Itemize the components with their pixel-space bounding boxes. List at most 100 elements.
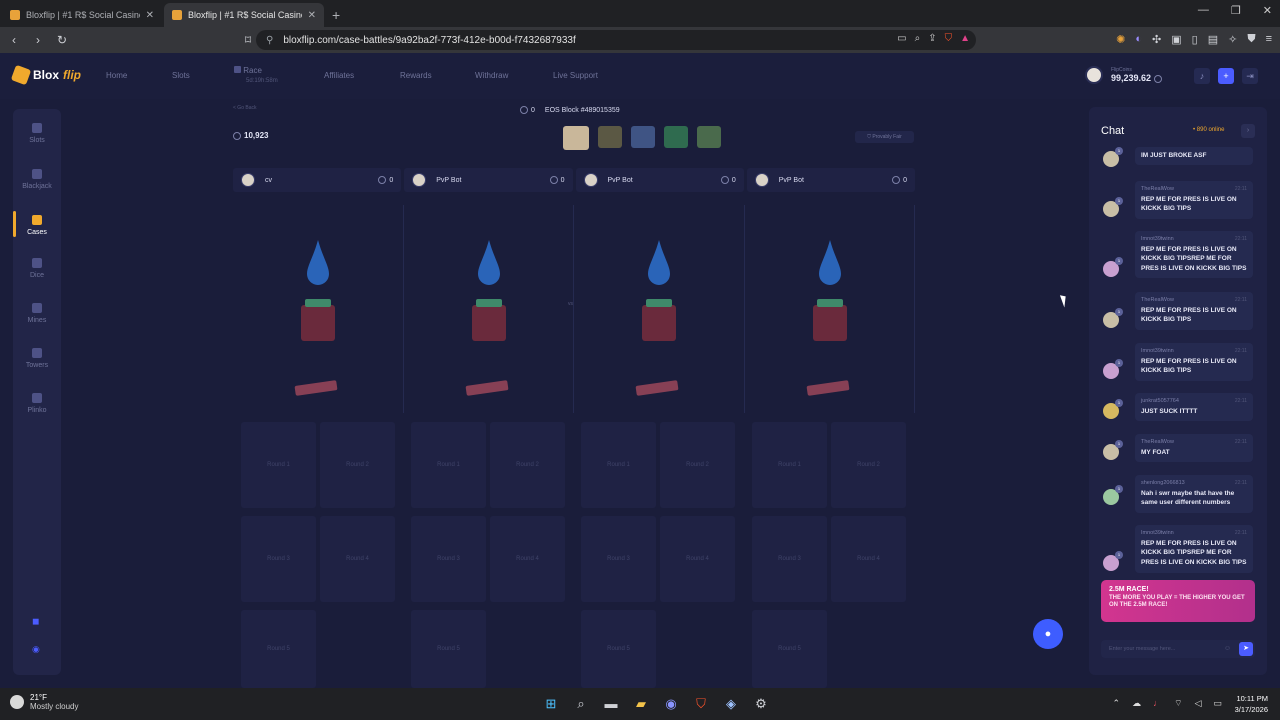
file-explorer-icon[interactable]: ▬ — [602, 695, 620, 713]
leo-icon[interactable]: ✧ — [1228, 33, 1237, 46]
sidebar-item-plinko[interactable]: Plinko — [13, 393, 61, 414]
case-thumbnail[interactable] — [598, 126, 622, 148]
brave-browser-icon[interactable]: ⛉ — [692, 695, 710, 713]
message-time: 22:11 — [1234, 297, 1247, 303]
deposit-plus-button[interactable]: + — [1218, 68, 1234, 84]
extension-icon[interactable]: ✺ — [1116, 33, 1125, 46]
vpn-icon[interactable]: ⛊ — [1247, 33, 1255, 46]
battery-icon[interactable]: ▭ — [1213, 698, 1222, 709]
player-card: cv 0 — [233, 168, 402, 192]
browser-tab-active[interactable]: Bloxflip | #1 R$ Social Casino & Arcade … — [164, 3, 324, 27]
brave-rewards-icon[interactable]: ▲ — [960, 33, 970, 44]
nav-rewards[interactable]: Rewards — [400, 71, 475, 80]
sidebar-item-mines[interactable]: Mines — [13, 303, 61, 324]
wifi-icon[interactable]: ⌔ — [1174, 698, 1182, 709]
player-value: 0 — [720, 176, 736, 184]
sidebar-item-blackjack[interactable]: Blackjack — [13, 169, 61, 190]
close-tab-icon[interactable]: ✕ — [146, 10, 154, 21]
nav-home[interactable]: Home — [106, 71, 172, 80]
chat-bubble-button[interactable]: ● — [1033, 619, 1063, 649]
volume-icon[interactable]: ◁ — [1195, 698, 1202, 709]
sidebar-item-slots[interactable]: Slots — [13, 123, 61, 144]
message-text: Nah i swr maybe that have the same user … — [1141, 490, 1235, 507]
case-thumbnail[interactable] — [664, 126, 688, 148]
address-bar[interactable]: ⚲ bloxflip.com/case-battles/9a92ba2f-773… — [256, 30, 976, 50]
zoom-icon[interactable]: ⌕ — [915, 33, 921, 44]
nav-race[interactable]: Race 5d:19h:58m — [234, 66, 278, 84]
nav-withdraw[interactable]: Withdraw — [475, 71, 553, 80]
nav-live-support[interactable]: Live Support — [553, 71, 598, 80]
maximize-icon[interactable]: ❐ — [1231, 4, 1241, 17]
nav-slots[interactable]: Slots — [172, 71, 226, 80]
screen-icon[interactable]: ▭ — [897, 33, 906, 44]
chevron-up-icon[interactable]: ⌃ — [1113, 698, 1121, 709]
player-value: 0 — [378, 176, 393, 184]
reload-icon[interactable]: ↻ — [52, 33, 72, 47]
microphone-icon[interactable]: ♩ — [1153, 698, 1162, 709]
message-bubble: TheRealWow 22:11 REP ME FOR PRES IS LIVE… — [1135, 292, 1253, 330]
message-username[interactable]: junkrat5057764 — [1141, 398, 1247, 404]
cloud-sync-icon[interactable]: ☁ — [1132, 698, 1141, 709]
collapse-chat-icon[interactable]: › — [1241, 124, 1255, 138]
provably-fair-button[interactable]: ⛉ Provably Fair — [855, 131, 914, 143]
site-info-icon[interactable]: ⚲ — [266, 35, 273, 46]
message-username[interactable]: Imnot39twinn — [1141, 348, 1247, 354]
bloxflip-logo[interactable]: Blox flip — [10, 64, 81, 86]
send-message-button[interactable]: ➤ — [1239, 642, 1253, 656]
settings-gear-icon[interactable]: ⚙ — [752, 695, 770, 713]
nav-affiliates[interactable]: Affiliates — [324, 71, 400, 80]
emoji-icon[interactable]: ☺ — [1224, 640, 1231, 658]
new-tab-icon[interactable]: + — [332, 7, 340, 23]
roblox-icon[interactable]: ◈ — [722, 695, 740, 713]
back-arrow-icon[interactable]: ‹ — [4, 33, 24, 47]
notifications-bell-icon[interactable]: ♪ — [1194, 68, 1210, 84]
round-cell: Round 1 — [411, 422, 486, 508]
game-sidebar: Slots Blackjack Cases Dice Mines Towers … — [13, 109, 61, 675]
sidebar-item-dice[interactable]: Dice — [13, 258, 61, 279]
twitter-icon[interactable]: ◼ — [32, 616, 42, 626]
race-promo-banner[interactable]: 2.5M RACE! THE MORE YOU PLAY = THE HIGHE… — [1101, 580, 1255, 622]
discord-app-icon[interactable]: ◉ — [662, 695, 680, 713]
taskbar-apps: ⊞ ⌕ ▬ ▰ ◉ ⛉ ◈ ⚙ — [542, 695, 770, 713]
search-icon[interactable]: ⌕ — [572, 695, 590, 713]
case-thumbnail[interactable] — [697, 126, 721, 148]
case-thumbnail[interactable] — [563, 126, 589, 150]
weather-widget[interactable]: 21°F Mostly cloudy — [10, 693, 78, 711]
case-thumbnail[interactable] — [631, 126, 655, 148]
wallet-icon[interactable]: ▤ — [1208, 33, 1218, 46]
logout-icon[interactable]: ⇥ — [1242, 68, 1258, 84]
message-username[interactable]: TheRealWow — [1141, 297, 1247, 303]
folder-icon[interactable]: ▰ — [632, 695, 650, 713]
extension-icon[interactable]: ◐ — [1135, 33, 1142, 46]
menu-icon[interactable]: ≡ — [1266, 33, 1272, 46]
media-icon[interactable]: ▣ — [1171, 33, 1181, 46]
windows-start-icon[interactable]: ⊞ — [542, 695, 560, 713]
discord-icon[interactable]: ◉ — [32, 644, 42, 654]
brave-shield-icon[interactable]: ⛉ — [945, 33, 953, 44]
round-cell: Round 4 — [490, 516, 565, 602]
message-username[interactable]: Imnot39twinn — [1141, 530, 1247, 536]
puzzle-icon[interactable]: ✣ — [1152, 33, 1161, 46]
rounds-grid: Round 1 Round 2 Round 1 Round 2 Round 1 … — [233, 418, 915, 688]
minimize-icon[interactable]: — — [1198, 4, 1209, 17]
share-icon[interactable]: ⇪ — [928, 33, 936, 44]
sidebar-item-cases[interactable]: Cases — [13, 211, 61, 237]
close-tab-icon[interactable]: ✕ — [308, 10, 316, 21]
go-back-link[interactable]: < Go Back — [233, 105, 256, 111]
sidebar-icon[interactable]: ▯ — [1192, 33, 1198, 46]
balance-widget[interactable]: FlipCoins 99,239.62 — [1085, 66, 1165, 84]
browser-tab[interactable]: Bloxflip | #1 R$ Social Casino & Arcade … — [2, 3, 162, 27]
message-username[interactable]: Imnot39twinn — [1141, 236, 1247, 242]
sidebar-item-towers[interactable]: Towers — [13, 348, 61, 369]
forward-arrow-icon[interactable]: › — [28, 33, 48, 47]
close-window-icon[interactable]: ✕ — [1263, 4, 1272, 17]
chat-message-input[interactable]: Enter your message here... ☺ ➤ — [1101, 640, 1255, 658]
message-username[interactable]: shenlong2066813 — [1141, 480, 1247, 486]
user-avatar[interactable] — [1085, 66, 1103, 84]
system-clock[interactable]: 10:11 PM 3/17/2026 — [1235, 693, 1268, 716]
level-badge: 1 — [1115, 399, 1123, 407]
message-username[interactable]: TheRealWow — [1141, 186, 1247, 192]
message-username[interactable]: TheRealWow — [1141, 439, 1247, 445]
player-card: PvP Bot 0 — [404, 168, 573, 192]
bookmark-icon[interactable]: ⌑ — [238, 33, 258, 47]
